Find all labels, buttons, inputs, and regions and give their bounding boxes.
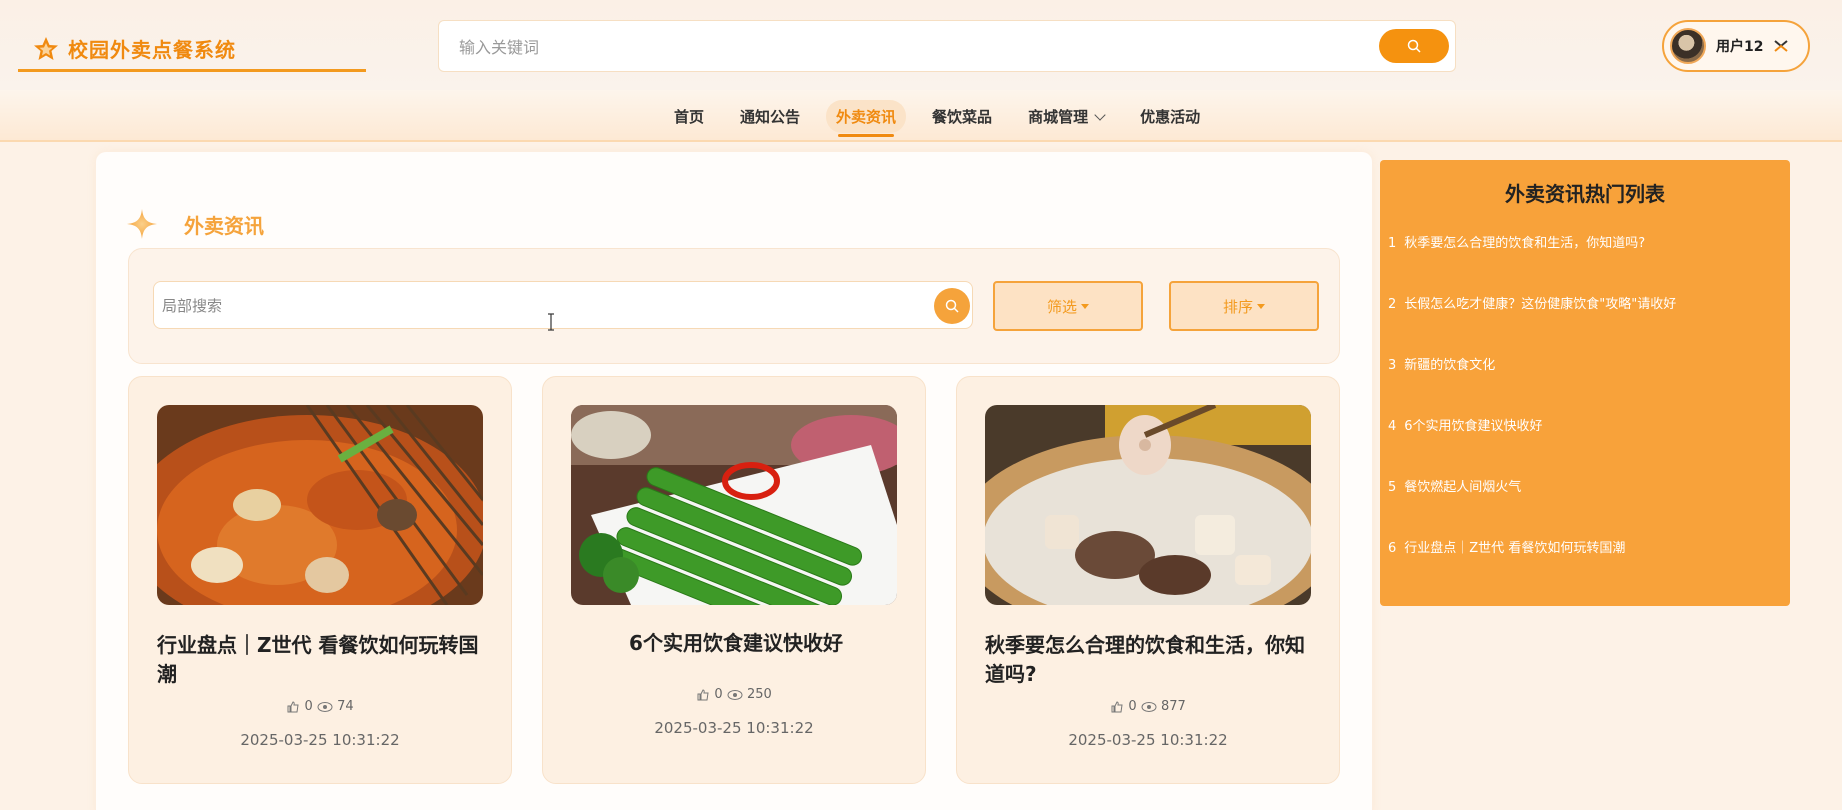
news-card[interactable]: 6个实用饮食建议快收好 0 250 2025-03-25 10:31:22 [542, 376, 926, 784]
hot-list-number: 4 [1388, 419, 1397, 434]
chevron-down-icon [1094, 108, 1106, 121]
hot-list-number: 3 [1388, 358, 1397, 373]
vegetable-image [571, 405, 897, 605]
hot-list-item[interactable]: 5 餐饮燃起人间烟火气 [1388, 476, 1521, 495]
hot-list-text: 新疆的饮食文化 [1404, 358, 1496, 373]
hot-list-number: 1 [1388, 236, 1397, 251]
like-count: 0 [714, 687, 723, 702]
hot-list-number: 2 [1388, 297, 1397, 312]
view-count: 877 [1160, 699, 1186, 714]
hot-list-text: 行业盘点｜Z世代 看餐饮如何玩转国潮 [1404, 541, 1626, 556]
hot-list-number: 5 [1388, 480, 1397, 495]
hot-list-item[interactable]: 3 新疆的饮食文化 [1388, 354, 1495, 373]
sort-dropdown-button[interactable]: 排序 [1169, 281, 1319, 331]
collapse-icon[interactable] [1773, 38, 1789, 54]
card-image-vegetables[interactable] [571, 405, 897, 605]
logo[interactable]: 校园外卖点餐系统 [18, 28, 366, 72]
global-search [438, 20, 1456, 72]
local-search-button[interactable] [934, 288, 970, 324]
card-stats: 0 877 [957, 699, 1339, 714]
hot-list-item[interactable]: 2 长假怎么吃才健康？这份健康饮食"攻略"请收好 [1388, 293, 1676, 312]
hot-list-text: 6个实用饮食建议快收好 [1404, 419, 1543, 434]
caret-down-icon [1081, 303, 1089, 309]
user-menu[interactable]: 用户12 [1662, 20, 1810, 72]
header: 校园外卖点餐系统 用户12 [0, 0, 1842, 90]
filter-label: 筛选 [1046, 297, 1077, 316]
nav-item-shop-management[interactable]: 商城管理 [1018, 100, 1114, 133]
sort-label: 排序 [1222, 297, 1253, 316]
local-search-input[interactable] [162, 294, 922, 318]
card-title[interactable]: 6个实用饮食建议快收好 [571, 629, 901, 658]
hot-list-item[interactable]: 1 秋季要怎么合理的饮食和生活，你知道吗? [1388, 232, 1645, 251]
avatar [1670, 28, 1706, 64]
hot-list-title: 外卖资讯热门列表 [1505, 182, 1665, 206]
nav-item-promotions[interactable]: 优惠活动 [1130, 100, 1210, 133]
card-stats: 0 250 [543, 687, 925, 702]
global-search-button[interactable] [1379, 29, 1449, 63]
main-panel: 外卖资讯 筛选 排序 [96, 152, 1372, 810]
nav-item-notices[interactable]: 通知公告 [730, 100, 810, 133]
eye-icon [727, 689, 743, 700]
card-date: 2025-03-25 10:31:22 [240, 731, 400, 749]
card-title[interactable]: 秋季要怎么合理的饮食和生活，你知道吗? [985, 631, 1315, 689]
section-header: 外卖资讯 [126, 208, 264, 240]
hot-list-text: 长假怎么吃才健康？这份健康饮食"攻略"请收好 [1404, 297, 1677, 312]
hotpot-image [157, 405, 483, 605]
eye-icon [1141, 701, 1157, 712]
view-count: 74 [337, 699, 354, 714]
filter-dropdown-button[interactable]: 筛选 [993, 281, 1143, 331]
global-search-input[interactable] [459, 33, 1319, 61]
nav-item-home[interactable]: 首页 [664, 100, 714, 133]
like-count: 0 [304, 699, 313, 714]
filter-bar: 筛选 排序 [128, 248, 1340, 364]
news-card[interactable]: 秋季要怎么合理的饮食和生活，你知道吗? 0 877 2025-03-25 10:… [956, 376, 1340, 784]
hot-list-item[interactable]: 4 6个实用饮食建议快收好 [1388, 415, 1543, 434]
nav-item-shop-label: 商城管理 [1028, 107, 1089, 126]
card-title[interactable]: 行业盘点｜Z世代 看餐饮如何玩转国潮 [157, 631, 487, 689]
soup-image [985, 405, 1311, 605]
nav-item-dishes[interactable]: 餐饮菜品 [922, 100, 1002, 133]
hot-list-text: 餐饮燃起人间烟火气 [1404, 480, 1522, 495]
news-card[interactable]: 行业盘点｜Z世代 看餐饮如何玩转国潮 0 74 2025-03-25 10:31… [128, 376, 512, 784]
thumb-up-icon[interactable] [1110, 700, 1124, 714]
eye-icon [317, 701, 333, 712]
nav-item-takeout-news[interactable]: 外卖资讯 [826, 99, 907, 137]
caret-down-icon [1257, 303, 1265, 309]
view-count: 250 [746, 687, 772, 702]
text-cursor-icon [548, 313, 554, 331]
search-icon [945, 299, 959, 313]
logo-text: 校园外卖点餐系统 [68, 38, 236, 62]
thumb-up-icon[interactable] [696, 688, 710, 702]
card-image-soup[interactable] [985, 405, 1311, 605]
hot-list-text: 秋季要怎么合理的饮食和生活，你知道吗? [1404, 236, 1646, 251]
main-nav: 首页 通知公告 外卖资讯 餐饮菜品 商城管理 优惠活动 [0, 90, 1842, 142]
hot-list-panel: 外卖资讯热门列表 1 秋季要怎么合理的饮食和生活，你知道吗? 2 长假怎么吃才健康？… [1380, 160, 1790, 606]
hot-list-number: 6 [1388, 541, 1397, 556]
search-icon [1407, 39, 1421, 53]
thumb-up-icon[interactable] [286, 700, 300, 714]
card-date: 2025-03-25 10:31:22 [654, 719, 814, 737]
card-date: 2025-03-25 10:31:22 [1068, 731, 1228, 749]
like-count: 0 [1128, 699, 1137, 714]
card-image-hotpot[interactable] [157, 405, 483, 605]
card-stats: 0 74 [129, 699, 511, 714]
user-name: 用户12 [1716, 39, 1764, 55]
star-logo-icon [34, 36, 58, 60]
hot-list-item[interactable]: 6 行业盘点｜Z世代 看餐饮如何玩转国潮 [1388, 537, 1625, 556]
section-title: 外卖资讯 [184, 213, 264, 238]
sparkle-icon [127, 209, 157, 239]
local-search [153, 281, 973, 329]
